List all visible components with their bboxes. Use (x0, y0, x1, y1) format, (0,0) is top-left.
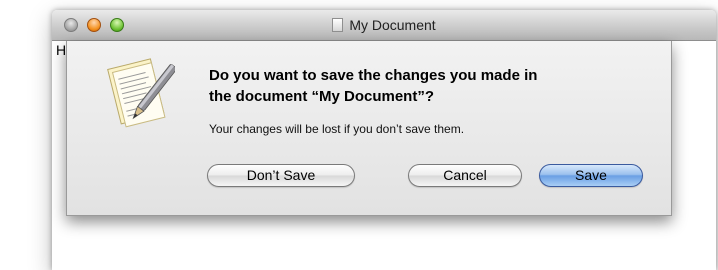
save-button[interactable]: Save (539, 164, 643, 187)
window-title: My Document (52, 17, 716, 33)
window-title-text: My Document (349, 17, 436, 33)
save-changes-sheet: Do you want to save the changes you made… (66, 41, 672, 216)
dialog-heading: Do you want to save the changes you made… (209, 65, 649, 107)
cancel-button[interactable]: Cancel (408, 164, 522, 187)
document-proxy-icon[interactable] (332, 18, 344, 32)
dialog-informative-text: Your changes will be lost if you don’t s… (209, 122, 465, 136)
document-text[interactable]: H (56, 42, 66, 58)
dont-save-button[interactable]: Don’t Save (207, 164, 355, 187)
dialog-heading-line-2: the document “My Document”? (209, 88, 435, 105)
text-document-pen-icon (107, 58, 175, 128)
title-bar[interactable]: My Document (52, 10, 716, 41)
dialog-heading-line-1: Do you want to save the changes you made… (209, 67, 538, 84)
